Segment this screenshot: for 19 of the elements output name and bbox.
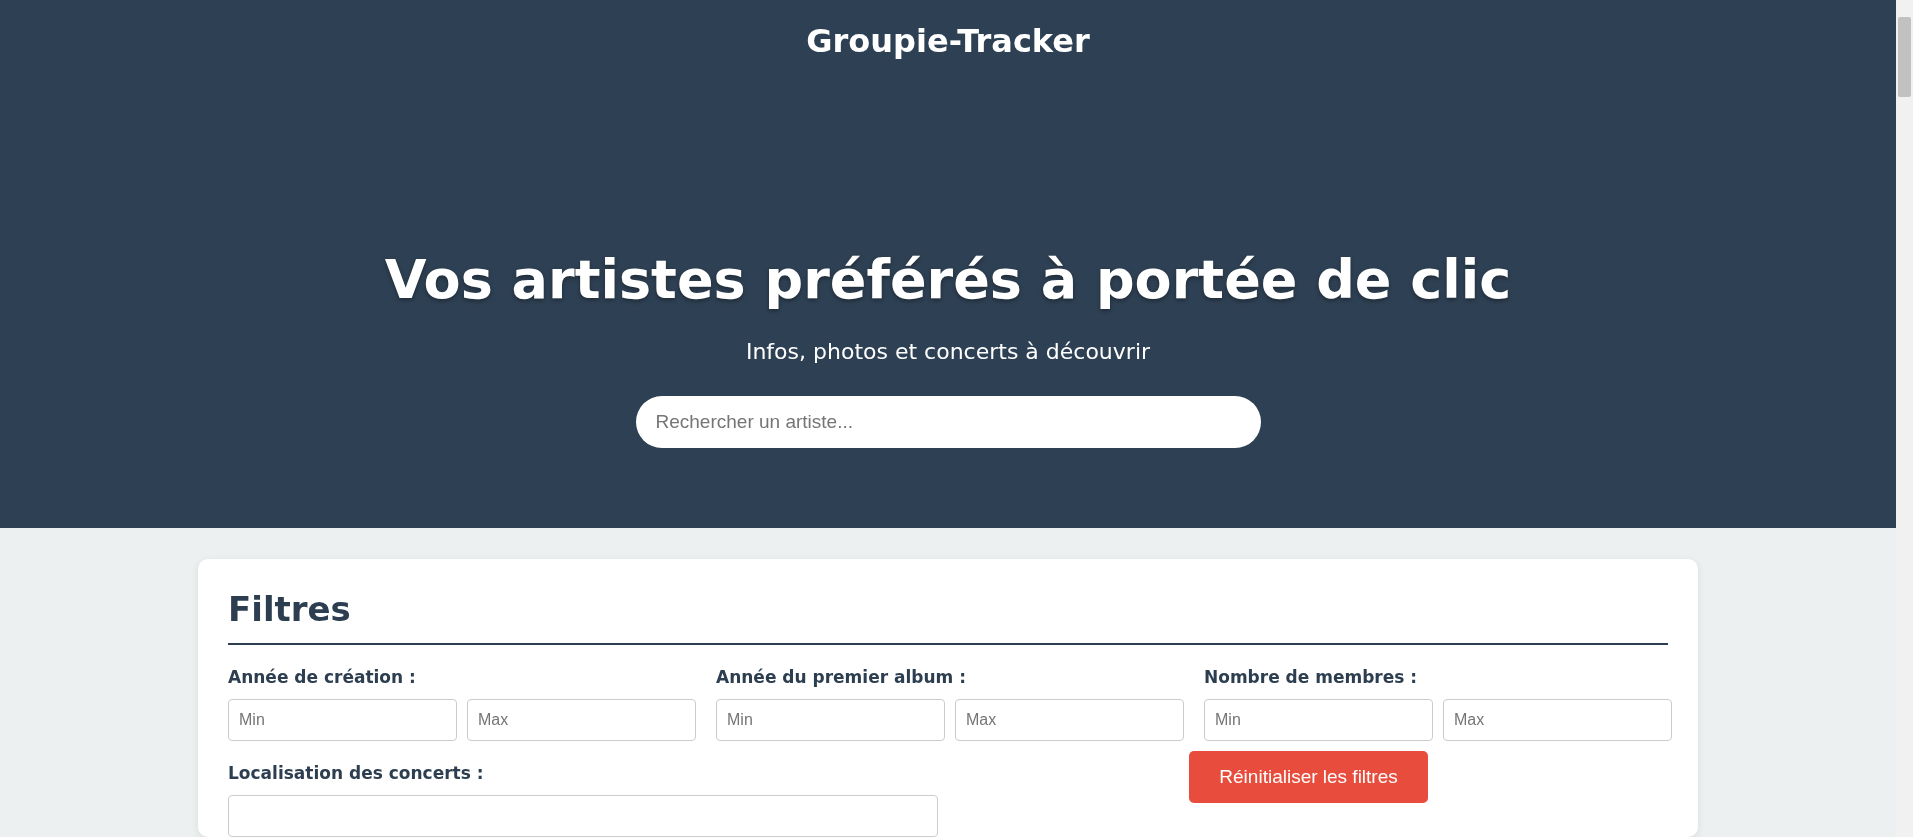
reset-button[interactable]: Réinitialiser les filtres	[1189, 751, 1428, 803]
hero-heading: Vos artistes préférés à portée de clic	[384, 248, 1512, 311]
max-field[interactable]: Max	[467, 699, 696, 741]
scrollbar-thumb[interactable]	[1898, 17, 1911, 97]
min-field[interactable]: Min	[228, 699, 457, 741]
hero-subtitle: Infos, photos et concerts à découvrir	[745, 339, 1151, 364]
search-field[interactable]: Rechercher un artiste...	[635, 396, 1261, 448]
max-field[interactable]: Max	[955, 699, 1184, 741]
max-field[interactable]: Max	[1443, 699, 1672, 741]
filter-label: Localisation des concerts :	[228, 763, 485, 783]
location-field[interactable]	[228, 795, 938, 837]
scrollbar[interactable]	[1896, 0, 1913, 837]
filter-label: Année du premier album :	[716, 667, 967, 687]
site-title: Groupie-Tracker	[806, 22, 1090, 60]
filter-label: Nombre de membres :	[1204, 667, 1419, 687]
min-field[interactable]: Min	[1204, 699, 1433, 741]
min-field[interactable]: Min	[716, 699, 945, 741]
filter-label: Année de création :	[228, 667, 417, 687]
filters-heading: Filtres	[228, 589, 1668, 645]
